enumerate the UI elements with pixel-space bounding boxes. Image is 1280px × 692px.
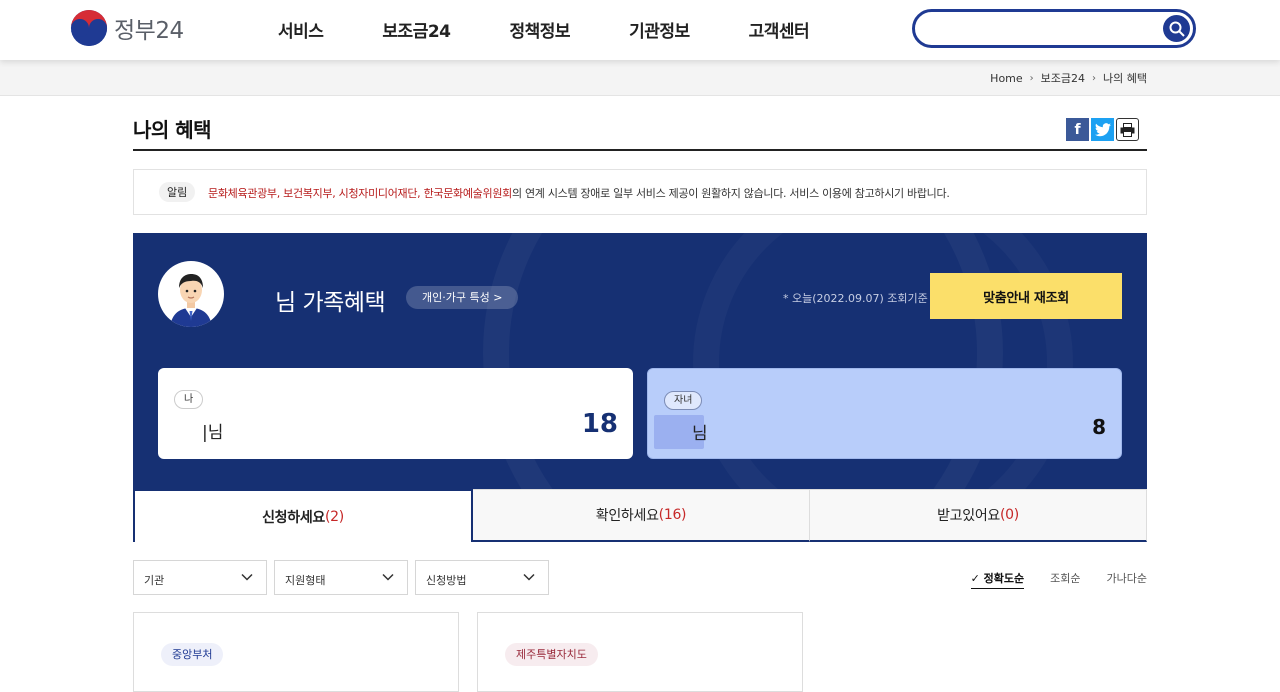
tab-count: (16): [658, 507, 687, 523]
user-avatar-icon: [159, 262, 223, 327]
select-label: 기관: [144, 574, 165, 587]
chevron-right-icon: ›: [1092, 72, 1097, 84]
logo[interactable]: 정부24: [70, 9, 184, 47]
breadcrumb-bar: Home › 보조금24 › 나의 혜택: [0, 60, 1280, 96]
agency-select[interactable]: 기관: [133, 560, 267, 595]
filter-bar: 기관 지원형태 신청방법: [133, 560, 556, 595]
search-box: [912, 9, 1196, 48]
avatar: [158, 261, 224, 327]
breadcrumb-subsidy24[interactable]: 보조금24: [1041, 70, 1085, 86]
family-benefit-title: 님 가족혜택: [275, 290, 386, 316]
sort-alphabetical[interactable]: 가나다순: [1107, 570, 1147, 589]
chevron-right-icon: ›: [1029, 72, 1034, 84]
notice-banner: 알림 문화체육관광부, 보건복지부, 시청자미디어재단, 한국문화예술위원회의 …: [133, 169, 1147, 215]
recheck-button[interactable]: 맞춤안내 재조회: [930, 273, 1122, 319]
select-label: 지원형태: [285, 574, 326, 587]
benefit-count: 18: [581, 409, 618, 439]
family-benefit-panel: 님 가족혜택 개인·가구 특성 > * 오늘(2022.09.07) 조회기준 …: [133, 233, 1147, 489]
member-role-tag: 자녀: [664, 391, 703, 410]
share-buttons: f: [1064, 118, 1139, 141]
benefit-count: 8: [1092, 415, 1106, 439]
nav-item-help-center[interactable]: 고객센터: [749, 17, 810, 42]
tab-count: (2): [324, 508, 344, 525]
notice-tag: 알림: [159, 182, 196, 202]
title-divider: [133, 149, 1147, 151]
tab-label: 확인하세요: [595, 508, 659, 524]
site-header: 정부24 서비스 보조금24 정책정보 기관정보 고객센터: [0, 0, 1280, 60]
notice-highlight: 문화체육관광부, 보건복지부, 시청자미디어재단, 한국문화예술위원회: [208, 187, 512, 200]
tab-count: (0): [999, 507, 1019, 523]
main-nav: 서비스 보조금24 정책정보 기관정보 고객센터: [278, 17, 868, 42]
twitter-icon[interactable]: [1091, 118, 1114, 141]
tab-apply[interactable]: 신청하세요 (2): [133, 489, 473, 542]
select-label: 신청방법: [426, 574, 467, 587]
breadcrumb-current: 나의 혜택: [1103, 72, 1147, 85]
breadcrumb: Home › 보조금24 › 나의 혜택: [990, 70, 1147, 86]
sort-views[interactable]: 조회순: [1050, 570, 1080, 589]
nav-item-subsidy24[interactable]: 보조금24: [382, 17, 451, 42]
apply-method-select[interactable]: 신청방법: [415, 560, 549, 595]
benefit-card[interactable]: 중앙부처: [133, 612, 459, 692]
taegeuk-logo-icon: [70, 9, 108, 47]
nav-item-service[interactable]: 서비스: [278, 17, 324, 42]
benefit-card[interactable]: 제주특별자치도: [477, 612, 803, 692]
tab-check[interactable]: 확인하세요 (16): [473, 489, 810, 542]
member-role-tag: 나: [174, 390, 204, 409]
support-type-select[interactable]: 지원형태: [274, 560, 408, 595]
sort-options: ✓ 정확도순 조회순 가나다순: [945, 570, 1147, 589]
logo-text: 정부24: [114, 18, 184, 44]
notice-message: 문화체육관광부, 보건복지부, 시청자미디어재단, 한국문화예술위원회의 연계 …: [208, 185, 950, 201]
chevron-down-icon: [241, 573, 253, 581]
tab-receiving[interactable]: 받고있어요 (0): [810, 489, 1147, 542]
chevron-down-icon: [382, 573, 394, 581]
member-name: |님: [202, 423, 224, 443]
member-card-self[interactable]: 나 |님 18: [158, 368, 633, 459]
breadcrumb-home[interactable]: Home: [990, 72, 1022, 85]
household-traits-button[interactable]: 개인·가구 특성 >: [406, 286, 519, 309]
agency-tag: 중앙부처: [161, 643, 224, 666]
page-title: 나의 혜택: [133, 118, 212, 142]
member-card-child[interactable]: 자녀 님 8: [647, 368, 1122, 459]
benefit-tabs: 신청하세요 (2) 확인하세요 (16) 받고있어요 (0): [133, 489, 1147, 542]
chevron-down-icon: [523, 573, 535, 581]
sort-label: 정확도순: [983, 572, 1025, 585]
print-icon[interactable]: [1116, 118, 1139, 141]
facebook-icon[interactable]: f: [1066, 118, 1089, 141]
member-name: 님: [692, 424, 708, 444]
check-icon: ✓: [970, 572, 984, 585]
query-basis-date: * 오늘(2022.09.07) 조회기준: [783, 292, 928, 305]
notice-text: 의 연계 시스템 장애로 일부 서비스 제공이 원활하지 않습니다. 서비스 이…: [511, 187, 950, 200]
search-icon: [1169, 21, 1185, 37]
search-button[interactable]: [1163, 15, 1190, 42]
nav-item-policy[interactable]: 정책정보: [510, 17, 571, 42]
nav-item-agency[interactable]: 기관정보: [629, 17, 690, 42]
search-input[interactable]: [927, 18, 1157, 40]
sort-accuracy[interactable]: ✓ 정확도순: [970, 570, 1025, 589]
tab-label: 신청하세요: [262, 509, 325, 526]
tab-label: 받고있어요: [937, 508, 1000, 524]
agency-tag: 제주특별자치도: [505, 643, 598, 666]
